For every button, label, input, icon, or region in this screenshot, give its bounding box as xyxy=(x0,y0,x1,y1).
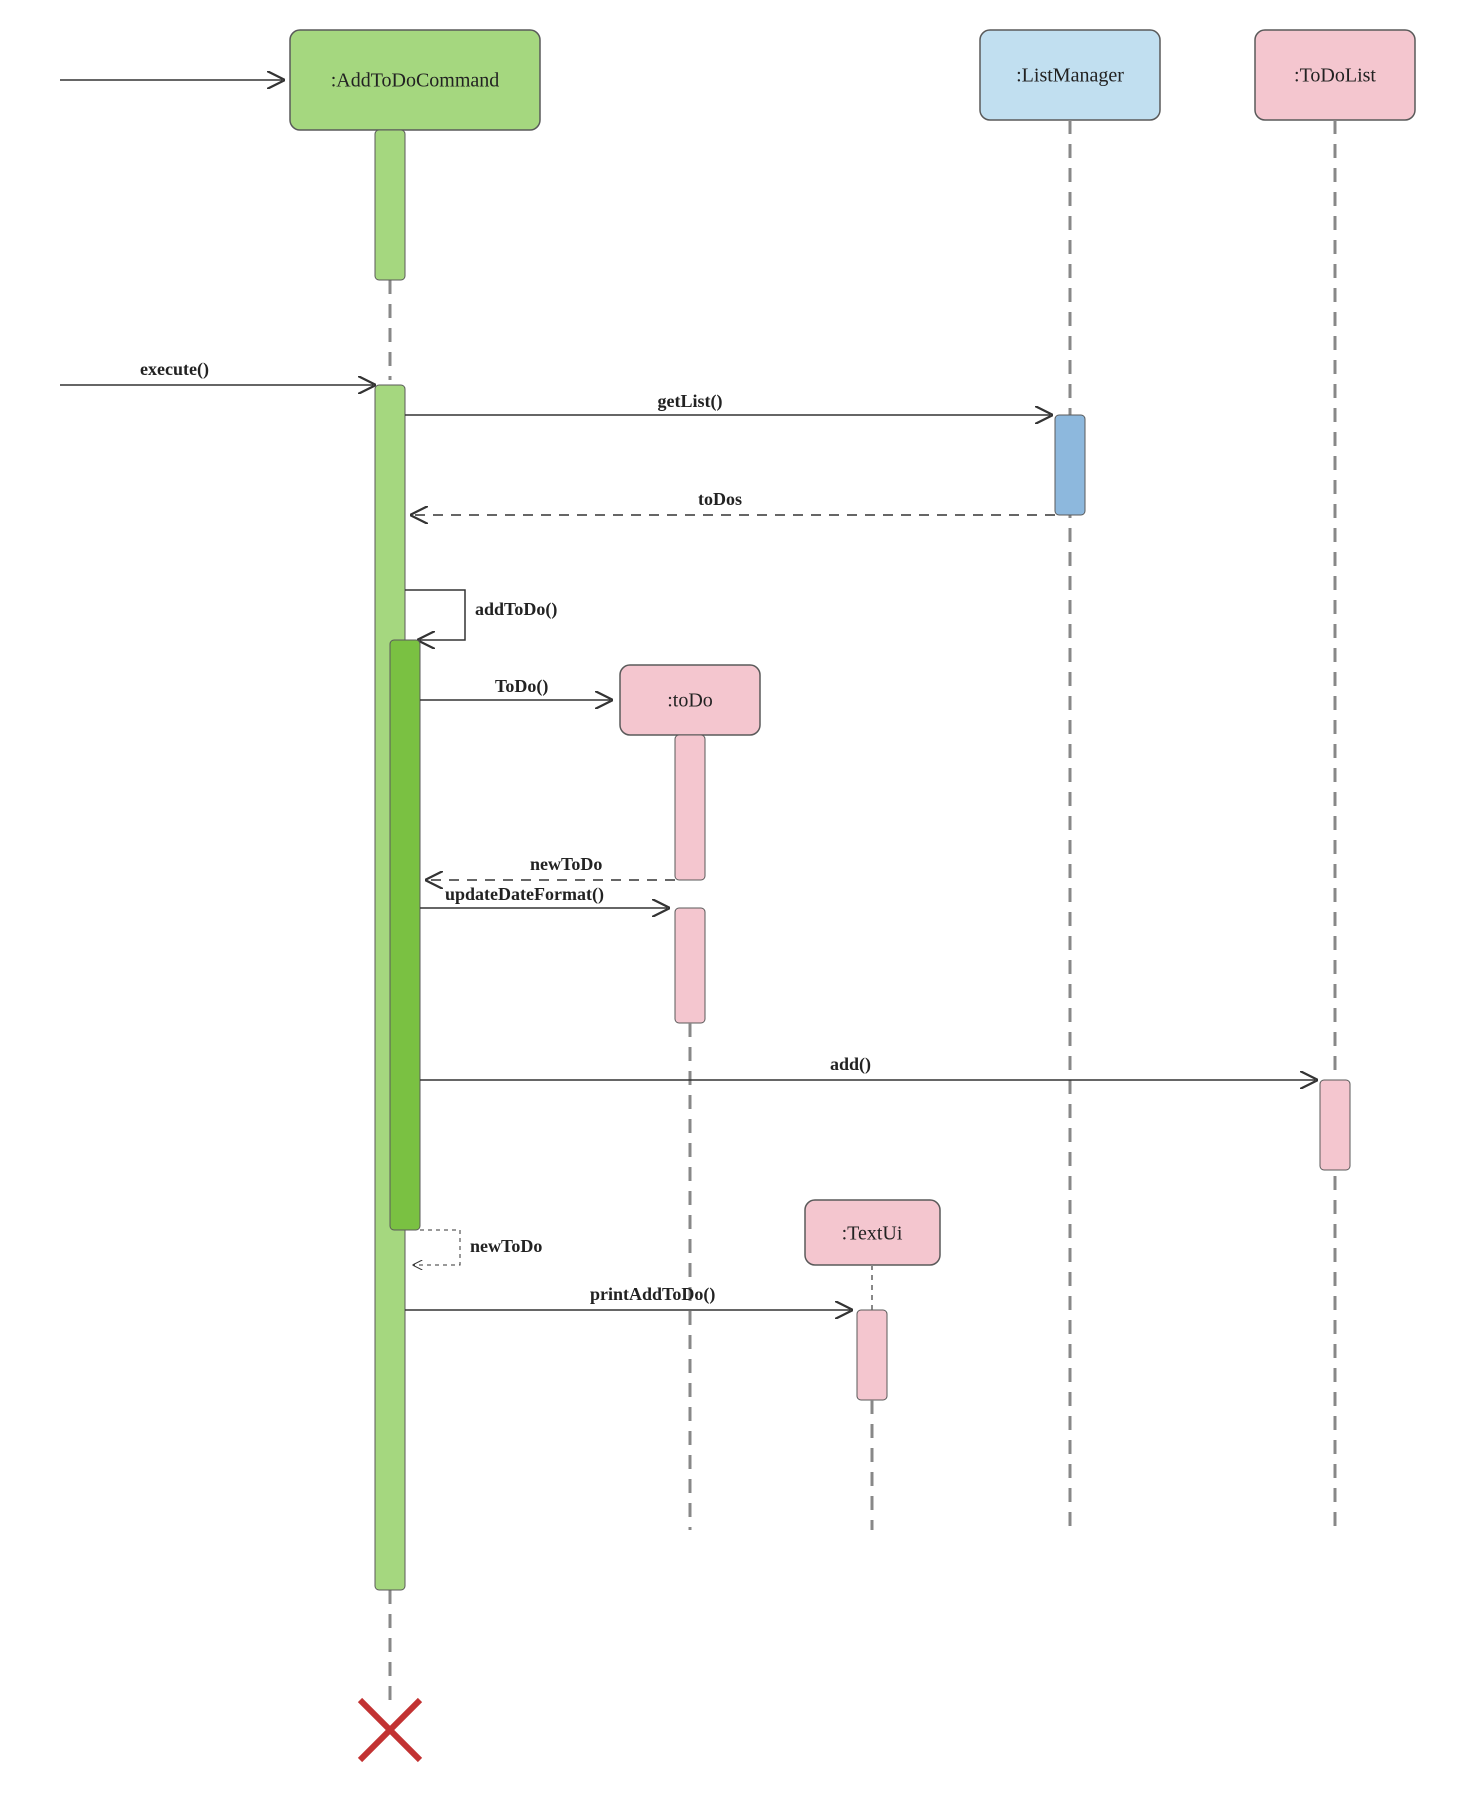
participant-addtodocommand-label: :AddToDoCommand xyxy=(331,70,500,92)
message-newtodo2-label: newToDo xyxy=(470,1236,542,1256)
message-todos-label: toDos xyxy=(698,489,742,509)
activation-todo-2 xyxy=(675,908,705,1023)
participant-addtodocommand: :AddToDoCommand xyxy=(290,30,540,130)
participant-todo-label: :toDo xyxy=(667,690,713,712)
participant-todo: :toDo xyxy=(620,665,760,735)
message-getlist-label: getList() xyxy=(658,391,723,412)
activation-todo-1 xyxy=(675,735,705,880)
activation-todolist xyxy=(1320,1080,1350,1170)
participant-todolist: :ToDoList xyxy=(1255,30,1415,120)
message-addtodo-label: addToDo() xyxy=(475,599,557,620)
participant-textui-label: :TextUi xyxy=(842,1223,903,1245)
activation-listmanager xyxy=(1055,415,1085,515)
participant-todolist-label: :ToDoList xyxy=(1294,65,1376,87)
message-execute-label: execute() xyxy=(140,359,209,380)
message-newtodo-label: newToDo xyxy=(530,854,602,874)
message-add-label: add() xyxy=(830,1054,871,1075)
message-newtodo2-arrow xyxy=(414,1230,460,1265)
participant-textui: :TextUi xyxy=(805,1200,940,1265)
message-updatedateformat-label: updateDateFormat() xyxy=(445,884,604,905)
activation-addtodocommand-nested xyxy=(390,640,420,1230)
message-printaddtodo-label: printAddToDo() xyxy=(590,1284,715,1305)
participant-listmanager: :ListManager xyxy=(980,30,1160,120)
activation-textui xyxy=(857,1310,887,1400)
participant-listmanager-label: :ListManager xyxy=(1016,65,1124,87)
activation-addtodocommand-initial xyxy=(375,130,405,280)
destroy-icon xyxy=(360,1700,420,1760)
message-addtodo-arrow xyxy=(405,590,465,640)
message-todo-label: ToDo() xyxy=(495,676,548,697)
